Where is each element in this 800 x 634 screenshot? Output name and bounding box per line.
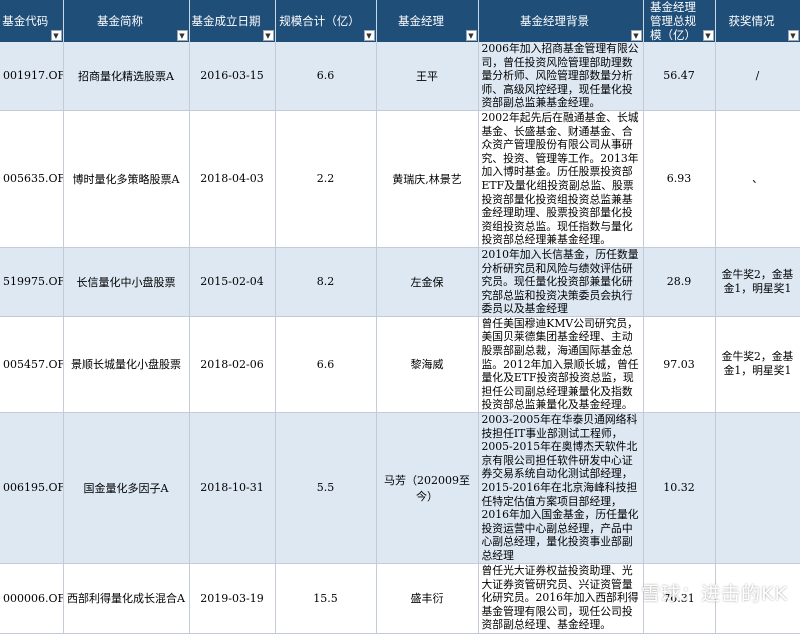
cell-manager-background[interactable]: 曾任光大证券权益投资助理、光大证券资管研究员、兴证资管量化研究员。2016年加入…	[478, 563, 643, 633]
cell-fund-code[interactable]: 000006.OF	[0, 563, 63, 633]
filter-dropdown-icon[interactable]: ▼	[364, 30, 375, 41]
cell-fund-code[interactable]: 005635.OF	[0, 110, 63, 247]
cell-inception-date[interactable]: 2019-03-19	[189, 563, 275, 633]
cell-total-size[interactable]: 15.5	[275, 563, 376, 633]
cell-inception-date[interactable]: 2018-02-06	[189, 316, 275, 412]
cell-manager-aum[interactable]: 70.31	[643, 563, 715, 633]
cell-manager[interactable]: 马芳（202009至今）	[376, 413, 478, 564]
filter-dropdown-icon[interactable]: ▼	[703, 30, 714, 41]
cell-manager-background[interactable]: 2003-2005年在华泰贝通网络科技担任IT事业部测试工程师，2005-201…	[478, 413, 643, 564]
filter-dropdown-icon[interactable]: ▼	[51, 30, 62, 41]
cell-inception-date[interactable]: 2016-03-15	[189, 42, 275, 110]
header-manager-background[interactable]: 基金经理背景▼	[478, 0, 643, 42]
cell-manager[interactable]: 王平	[376, 42, 478, 110]
cell-manager-aum[interactable]: 97.03	[643, 316, 715, 412]
cell-manager[interactable]: 左金保	[376, 247, 478, 316]
filter-dropdown-icon[interactable]: ▼	[263, 30, 274, 41]
cell-fund-name[interactable]: 长信量化中小盘股票	[63, 247, 189, 316]
cell-manager-background[interactable]: 2006年加入招商基金管理有限公司，曾任投资风险管理部助理数量分析师、风险管理部…	[478, 42, 643, 110]
header-manager-aum[interactable]: 基金经理管理总规模（亿）▼	[643, 0, 715, 42]
cell-awards[interactable]	[715, 563, 800, 633]
cell-manager-aum[interactable]: 28.9	[643, 247, 715, 316]
cell-fund-code[interactable]: 519975.OF	[0, 247, 63, 316]
cell-fund-code[interactable]: 006195.OF	[0, 413, 63, 564]
table-row: 005635.OF 博时量化多策略股票A 2018-04-03 2.2 黄瑞庆,…	[0, 110, 800, 247]
cell-manager-aum[interactable]: 56.47	[643, 42, 715, 110]
filter-dropdown-icon[interactable]: ▼	[177, 30, 188, 41]
cell-awards[interactable]: 金牛奖2，金基金1，明星奖1	[715, 316, 800, 412]
filter-dropdown-icon[interactable]: ▼	[466, 30, 477, 41]
header-inception-date[interactable]: 基金成立日期▼	[189, 0, 275, 42]
cell-total-size[interactable]: 6.6	[275, 316, 376, 412]
table-row: 000006.OF 西部利得量化成长混合A 2019-03-19 15.5 盛丰…	[0, 563, 800, 633]
table-row: 519975.OF 长信量化中小盘股票 2015-02-04 8.2 左金保 2…	[0, 247, 800, 316]
cell-total-size[interactable]: 5.5	[275, 413, 376, 564]
header-fund-name[interactable]: 基金简称▼	[63, 0, 189, 42]
cell-fund-name[interactable]: 景顺长城量化小盘股票	[63, 316, 189, 412]
cell-manager-aum[interactable]: 6.93	[643, 110, 715, 247]
cell-fund-name[interactable]: 西部利得量化成长混合A	[63, 563, 189, 633]
cell-fund-code[interactable]: 005457.OF	[0, 316, 63, 412]
table-row: 006195.OF 国金量化多因子A 2018-10-31 5.5 马芳（202…	[0, 413, 800, 564]
cell-total-size[interactable]: 8.2	[275, 247, 376, 316]
filter-dropdown-icon[interactable]: ▼	[788, 30, 799, 41]
cell-manager-background[interactable]: 2010年加入长信基金，历任数量分析研究员和风险与绩效评估研究员。现任量化投资部…	[478, 247, 643, 316]
cell-manager-background[interactable]: 曾任美国穆迪KMV公司研究员，美国贝莱德集团基金经理、主动股票部副总裁，海通国际…	[478, 316, 643, 412]
filter-dropdown-icon[interactable]: ▼	[631, 30, 642, 41]
cell-manager-aum[interactable]: 10.32	[643, 413, 715, 564]
cell-inception-date[interactable]: 2015-02-04	[189, 247, 275, 316]
header-manager[interactable]: 基金经理▼	[376, 0, 478, 42]
cell-manager[interactable]: 黎海威	[376, 316, 478, 412]
cell-fund-name[interactable]: 博时量化多策略股票A	[63, 110, 189, 247]
header-awards[interactable]: 获奖情况▼	[715, 0, 800, 42]
header-fund-code[interactable]: 基金代码▼	[0, 0, 63, 42]
cell-fund-name[interactable]: 国金量化多因子A	[63, 413, 189, 564]
cell-manager[interactable]: 黄瑞庆,林景艺	[376, 110, 478, 247]
cell-fund-code[interactable]: 001917.OF	[0, 42, 63, 110]
cell-inception-date[interactable]: 2018-10-31	[189, 413, 275, 564]
fund-table: 基金代码▼ 基金简称▼ 基金成立日期▼ 规模合计（亿）▼ 基金经理▼ 基金经理背…	[0, 0, 800, 634]
cell-awards[interactable]: /	[715, 42, 800, 110]
cell-total-size[interactable]: 2.2	[275, 110, 376, 247]
cell-inception-date[interactable]: 2018-04-03	[189, 110, 275, 247]
cell-manager-background[interactable]: 2002年起先后在融通基金、长城基金、长盛基金、财通基金、合众资产管理股份有限公…	[478, 110, 643, 247]
cell-awards[interactable]: 、	[715, 110, 800, 247]
cell-manager[interactable]: 盛丰衍	[376, 563, 478, 633]
header-total-size[interactable]: 规模合计（亿）▼	[275, 0, 376, 42]
table-row: 005457.OF 景顺长城量化小盘股票 2018-02-06 6.6 黎海威 …	[0, 316, 800, 412]
cell-awards[interactable]	[715, 413, 800, 564]
header-row: 基金代码▼ 基金简称▼ 基金成立日期▼ 规模合计（亿）▼ 基金经理▼ 基金经理背…	[0, 0, 800, 42]
cell-awards[interactable]: 金牛奖2，金基金1，明星奖1	[715, 247, 800, 316]
cell-total-size[interactable]: 6.6	[275, 42, 376, 110]
cell-fund-name[interactable]: 招商量化精选股票A	[63, 42, 189, 110]
table-row: 001917.OF 招商量化精选股票A 2016-03-15 6.6 王平 20…	[0, 42, 800, 110]
